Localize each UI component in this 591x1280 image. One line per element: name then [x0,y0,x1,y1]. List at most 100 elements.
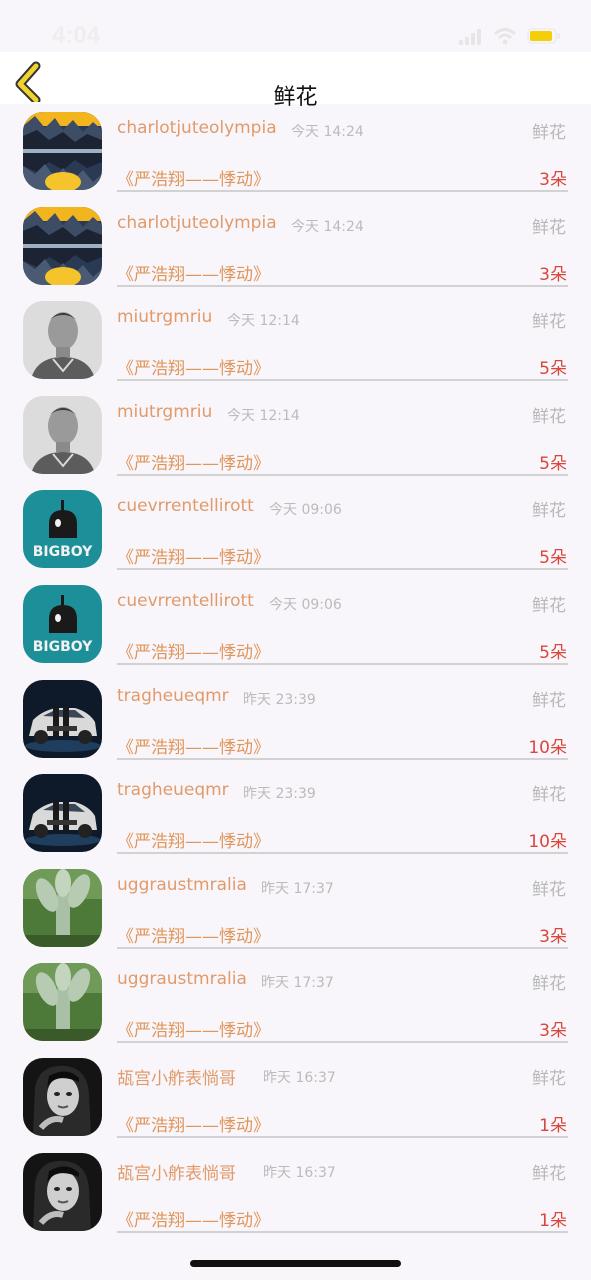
avatar[interactable] [23,963,102,1042]
username[interactable]: uggraustmralia [117,875,247,895]
avatar[interactable] [23,395,102,474]
avatar[interactable] [23,679,102,758]
list-item[interactable]: tragheueqmr 昨天 23:39 鲜花《严浩翔——悸动》 10朵 [0,766,591,861]
list-item[interactable]: charlotjuteolympia 今天 14:24 鲜花《严浩翔——悸动》 3朵 [0,199,591,294]
flower-count: 10朵 [528,737,567,758]
list-item[interactable]: tragheueqmr 昨天 23:39 鲜花 《严浩翔——悸动》 10朵 [0,672,591,767]
song-title: 《严浩翔——悸动》 [117,359,270,380]
list-item[interactable]: charlotjuteolympia 今天 14:24 鲜花《严浩翔——悸动》 3朵 [0,104,591,199]
svg-text:BIGBOY: BIGBOY [33,639,93,655]
avatar[interactable] [23,1057,102,1136]
song-title: 《严浩翔——悸动》 [117,642,270,663]
avatar[interactable] [23,301,102,380]
gift-type: 鲜花 [532,312,566,333]
flower-count: 10朵 [528,832,567,853]
flower-count: 5朵 [539,548,567,569]
timestamp: 昨天 17:37 [261,880,334,897]
song-title: 《严浩翔——悸动》 [117,1115,270,1136]
divider [117,190,568,192]
username[interactable]: uggraustmralia [117,969,247,989]
list-item[interactable]: uggraustmralia 昨天 17:37 鲜花 《严浩翔——悸动》 3朵 [0,955,591,1050]
gift-type: 鲜花 [532,1068,566,1089]
list-item[interactable]: miutrgmriu 今天 12:14 鲜花 《严浩翔——悸动》 5朵 [0,388,591,483]
song-title: 《严浩翔——悸动》 [117,548,270,569]
username[interactable]: charlotjuteolympia [117,213,277,233]
song-title: 《严浩翔——悸动》 [117,264,270,285]
username[interactable]: tragheueqmr [117,780,229,800]
divider [117,568,568,571]
gift-type: 鲜花 [532,879,566,900]
divider [117,1135,568,1138]
man-portrait-avatar [23,395,102,474]
song-title: 《严浩翔——悸动》 [117,453,270,474]
flower-count: 5朵 [539,359,567,380]
username[interactable]: cuevrrentellirott [117,591,254,611]
status-bar: 4:04 [0,0,591,52]
avatar[interactable] [23,206,102,285]
cactus-avatar [23,868,102,947]
username[interactable]: miutrgmriu [117,307,212,327]
divider [117,852,568,855]
list-item[interactable]: uggraustmralia 昨天 17:37 鲜花《严浩翔——悸动》 3朵 [0,861,591,956]
list-item[interactable]: 瓳宫小舴表惝哥 昨天 16:37 鲜花 《严浩翔——悸动》 1朵 [0,1145,591,1240]
landscape-avatar [23,206,102,285]
battery-icon [527,28,560,44]
gift-type: 鲜花 [532,501,566,522]
flower-count: 1朵 [539,1210,567,1231]
avatar[interactable]: BIGBOY [23,584,102,663]
man-portrait-avatar [23,301,102,380]
divider [117,662,568,665]
gift-type: 鲜花 [532,1163,566,1184]
username[interactable]: 瓳宫小舴表惝哥 [117,1064,236,1089]
username[interactable]: miutrgmriu [117,402,212,422]
song-title: 《严浩翔——悸动》 [117,1210,270,1231]
username[interactable]: 瓳宫小舴表惝哥 [117,1159,236,1184]
gift-type: 鲜花 [532,595,566,616]
flower-count: 3朵 [539,170,567,190]
gift-type: 鲜花 [532,785,566,806]
list-item[interactable]: miutrgmriu 今天 12:14 鲜花 《严浩翔——悸动》 5朵 [0,293,591,388]
divider [117,946,568,949]
timestamp: 昨天 16:37 [263,1069,336,1086]
flower-count: 1朵 [539,1115,567,1136]
gift-type: 鲜花 [532,690,566,711]
song-title: 《严浩翔——悸动》 [117,1021,270,1042]
divider [117,757,568,760]
flower-count: 3朵 [539,926,567,947]
car-avatar [23,774,102,853]
gift-type: 鲜花 [532,217,566,238]
avatar[interactable] [23,774,102,853]
svg-text:BIGBOY: BIGBOY [33,544,93,560]
username[interactable]: cuevrrentellirott [117,496,254,516]
song-title: 《严浩翔——悸动》 [117,832,270,853]
list-item[interactable]: BIGBOY cuevrrentellirott 今天 09:06 鲜花 《严浩翔——悸… [0,577,591,672]
gift-type: 鲜花 [532,123,566,143]
flower-count: 3朵 [539,264,567,285]
timestamp: 今天 12:14 [227,407,300,424]
song-title: 《严浩翔——悸动》 [117,926,270,947]
avatar[interactable]: BIGBOY [23,490,102,569]
list-item[interactable]: 瓳宫小舴表惝哥 昨天 16:37 鲜花《严浩翔——悸动》 1朵 [0,1050,591,1145]
avatar[interactable] [23,868,102,947]
username[interactable]: tragheueqmr [117,686,229,706]
bigboy-logo-avatar: BIGBOY [23,490,102,569]
flower-count: 5朵 [539,453,567,474]
username[interactable]: charlotjuteolympia [117,118,277,138]
timestamp: 昨天 23:39 [243,786,316,803]
bigboy-logo-avatar: BIGBOY [23,584,102,663]
landscape-avatar [23,112,102,190]
gift-type: 鲜花 [532,974,566,995]
avatar[interactable] [23,1152,102,1231]
song-title: 《严浩翔——悸动》 [117,737,270,758]
status-time: 4:04 [52,22,101,49]
home-indicator [190,1260,401,1267]
song-title: 《严浩翔——悸动》 [117,170,270,190]
list-item[interactable]: BIGBOY cuevrrentellirott 今天 09:06 鲜花《严浩翔——悸… [0,482,591,577]
cactus-avatar [23,963,102,1042]
timestamp: 昨天 17:37 [261,975,334,992]
avatar[interactable] [23,112,102,190]
timestamp: 今天 14:24 [291,218,364,235]
timestamp: 今天 14:24 [291,124,364,140]
flower-count: 5朵 [539,642,567,663]
timestamp: 今天 09:06 [269,502,342,519]
